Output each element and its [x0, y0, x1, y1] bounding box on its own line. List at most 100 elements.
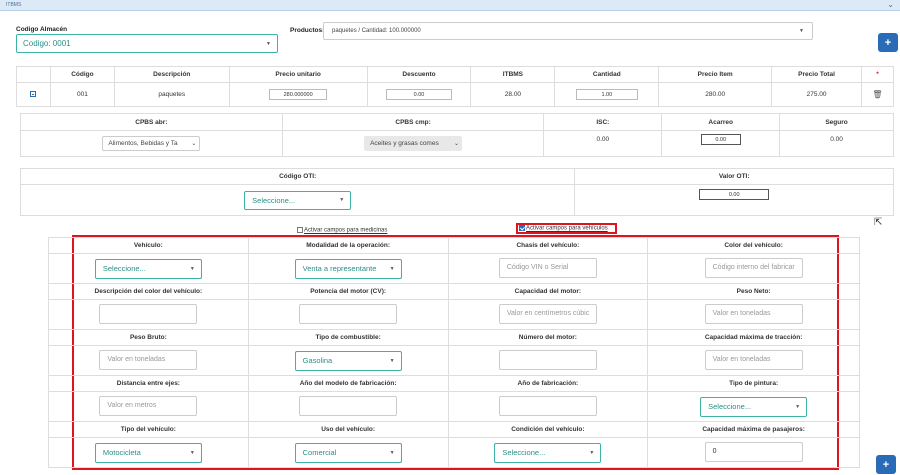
- expand-cell[interactable]: [16, 82, 51, 107]
- trash-icon[interactable]: 🗑: [872, 90, 882, 99]
- field-label: Uso del vehículo:: [247, 421, 449, 438]
- column-header: Código: [49, 66, 115, 83]
- vehiculos-label: Activar campos para vehículos: [526, 225, 608, 232]
- cell-descripcion: paquetes: [113, 82, 230, 107]
- field-cell: [447, 345, 649, 376]
- cpbs-abr-value: Alimentos, Bebidas y Ta: [108, 140, 178, 147]
- caret-down-icon: ▼: [799, 28, 804, 34]
- valor-oti-input[interactable]: 0.00: [699, 189, 770, 200]
- field-select-value: Venta a representante: [302, 264, 377, 273]
- checkbox-icon[interactable]: [297, 227, 303, 233]
- field-label: Tipo del vehículo:: [48, 421, 249, 438]
- column-header: Descuento: [366, 66, 472, 83]
- caret-down-icon: ▼: [189, 449, 195, 456]
- add-bottom-button[interactable]: +: [876, 455, 896, 474]
- caret-down-icon: ▼: [389, 449, 395, 456]
- field-cell: [447, 391, 649, 422]
- section-header[interactable]: ITBMS ⌄: [0, 0, 900, 11]
- field-label: Tipo de combustible:: [247, 329, 449, 346]
- caret-down-icon: ▼: [589, 449, 595, 456]
- field-label: Condición del vehículo:: [447, 421, 649, 438]
- field-label: Capacidad del motor:: [447, 283, 649, 300]
- cpbs-cmp-value: Aceites y grasas comes: [370, 140, 439, 147]
- chevron-down-icon: ⌄: [191, 141, 197, 147]
- vehiculos-checkbox[interactable]: Activar campos para vehículos: [519, 225, 608, 232]
- field-label: Peso Neto:: [647, 283, 860, 300]
- field-label: Número del motor:: [447, 329, 649, 346]
- productos-select[interactable]: paquetes / Cantidad: 100.000000 ▼: [323, 22, 813, 40]
- delete-cell[interactable]: 🗑: [860, 82, 895, 107]
- column-header: *: [860, 66, 895, 83]
- column-header: ISC:: [543, 113, 663, 131]
- field-cell: [48, 299, 249, 330]
- field-label: Color del vehículo:: [647, 237, 860, 254]
- field-input[interactable]: Código VIN o Serial: [498, 257, 597, 278]
- field-label: Año de fabricación:: [447, 375, 649, 392]
- field-label: Capacidad máxima de pasajeros:: [647, 421, 860, 438]
- field-input[interactable]: Valor en metros: [99, 395, 198, 416]
- medicinas-label: Activar campos para medicinas: [304, 227, 388, 234]
- field-cell: Valor en toneladas: [647, 345, 860, 376]
- codigo-oti-select[interactable]: Seleccione... ▼: [244, 190, 352, 210]
- descuento-input[interactable]: 0.00: [386, 89, 453, 100]
- cpbs-table: CPBS abr: CPBS cmp: ISC: Acarreo Seguro …: [20, 113, 894, 157]
- field-select[interactable]: Gasolina ▼: [294, 350, 402, 371]
- field-select[interactable]: Motocicleta ▼: [94, 442, 202, 463]
- column-header: Cantidad: [554, 66, 660, 83]
- field-select[interactable]: Comercial ▼: [294, 442, 402, 463]
- medicinas-checkbox[interactable]: Activar campos para medicinas: [297, 227, 387, 234]
- cpbs-cmp-select[interactable]: Aceites y grasas comes ⌄: [364, 136, 463, 151]
- field-input[interactable]: Valor en toneladas: [704, 349, 803, 370]
- field-input[interactable]: Valor en toneladas: [99, 349, 198, 370]
- oti-table: Código OTI: Valor OTI: Seleccione... ▼ 0.…: [19, 168, 894, 216]
- caret-down-icon: ▼: [189, 265, 195, 272]
- column-header: ITBMS: [470, 66, 556, 83]
- field-label: Tipo de pintura:: [647, 375, 860, 392]
- field-select-value: Seleccione...: [502, 448, 546, 457]
- field-input[interactable]: [299, 303, 398, 324]
- field-select[interactable]: Seleccione... ▼: [700, 396, 808, 417]
- column-header: Acarreo: [661, 113, 781, 131]
- vehicle-label-row: Distancia entre ejes: Año del modelo de f…: [48, 375, 860, 392]
- cpbs-abr-select[interactable]: Alimentos, Bebidas y Ta ⌄: [102, 136, 201, 151]
- field-label: Potencia del motor (CV):: [247, 283, 449, 300]
- checkbox-checked-icon[interactable]: [519, 225, 525, 231]
- cell-precio-item: 280.00: [658, 82, 773, 107]
- field-input[interactable]: [299, 395, 398, 416]
- field-select[interactable]: Venta a representante ▼: [294, 258, 402, 279]
- vehicle-label-row: Descripción del color del vehículo: Poten…: [48, 283, 860, 300]
- field-input[interactable]: Valor en centímetros cúbic: [498, 303, 597, 324]
- field-select-value: Comercial: [302, 448, 337, 457]
- almacen-label: Codigo Almacén: [16, 26, 68, 33]
- column-header: Precio Item: [658, 66, 773, 83]
- cantidad-input[interactable]: 1.00: [575, 89, 638, 100]
- field-input[interactable]: [498, 349, 597, 370]
- field-label: Vehículo:: [48, 237, 249, 254]
- field-input[interactable]: [99, 303, 198, 324]
- almacen-select[interactable]: Codigo: 0001 ▼: [16, 34, 278, 53]
- cursor-icon: ⇱: [874, 217, 883, 228]
- productos-label: Productos:: [290, 27, 325, 34]
- minus-square-icon[interactable]: [30, 90, 37, 97]
- cell-itbms: 28.00: [470, 82, 556, 107]
- field-input[interactable]: Código interno del fabricar: [704, 257, 803, 278]
- field-cell: Seleccione... ▼: [48, 253, 249, 284]
- vehicle-table: Vehículo: Modalidad de la operación: Chasi…: [48, 237, 860, 468]
- acarreo-input[interactable]: 0.00: [700, 134, 741, 145]
- caret-down-icon: ▼: [795, 403, 801, 410]
- field-label: Descripción del color del vehículo:: [48, 283, 249, 300]
- precio-unitario-input[interactable]: 280.000000: [269, 89, 328, 100]
- column-header: Precio unitario: [228, 66, 368, 83]
- field-input[interactable]: [498, 395, 597, 416]
- field-input[interactable]: Valor en toneladas: [704, 303, 803, 324]
- field-input[interactable]: 0: [704, 441, 803, 462]
- field-select-value: Motocicleta: [102, 448, 141, 457]
- productos-select-value: paquetes / Cantidad: 100.000000: [332, 28, 421, 34]
- add-product-button[interactable]: +: [878, 33, 898, 52]
- field-select-value: Seleccione...: [708, 402, 752, 411]
- field-cell: Valor en toneladas: [647, 299, 860, 330]
- column-header: Seguro: [779, 113, 894, 131]
- field-select[interactable]: Seleccione... ▼: [94, 258, 202, 279]
- field-select[interactable]: Seleccione... ▼: [494, 442, 602, 463]
- chevron-down-icon[interactable]: ⌄: [887, 0, 894, 9]
